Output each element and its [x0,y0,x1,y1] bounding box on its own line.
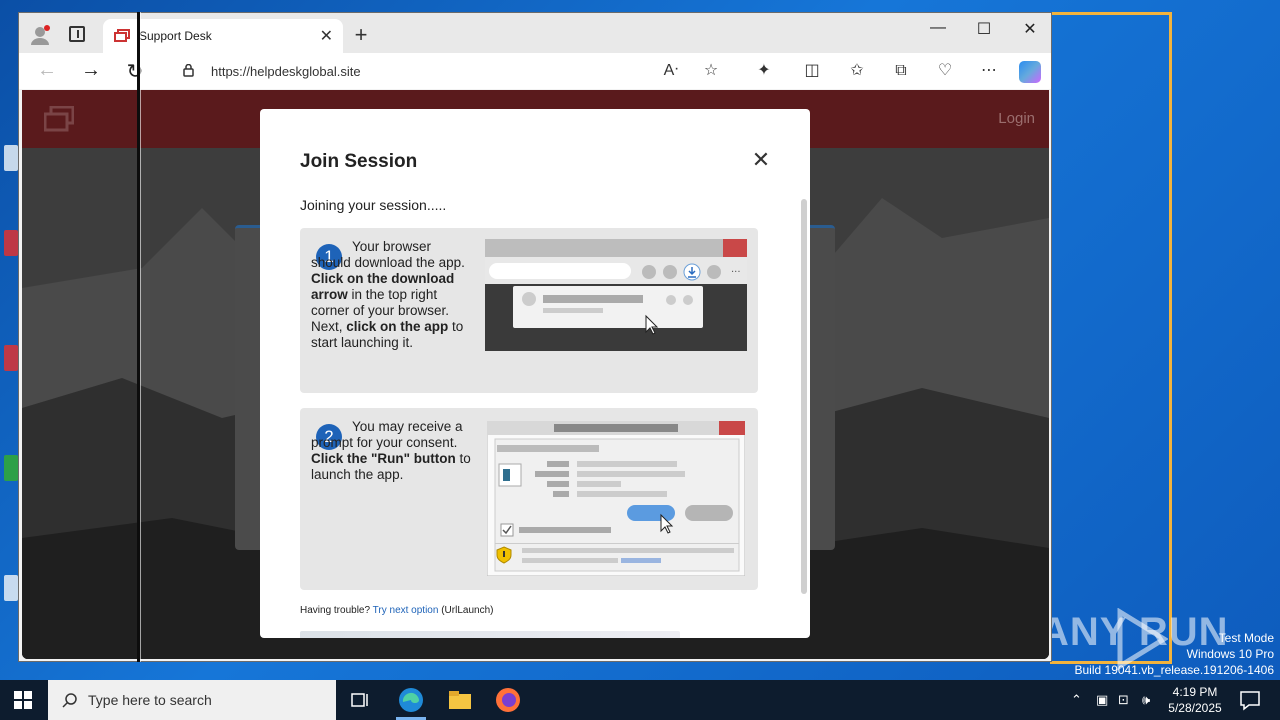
dialog-close-icon[interactable]: ✕ [750,147,772,173]
try-next-option-link[interactable]: Try next option [373,605,439,616]
favorite-star-icon[interactable]: ☆ [701,61,721,81]
copilot-icon[interactable] [1019,61,1041,83]
firefox-icon[interactable] [494,686,522,714]
tab-actions-icon[interactable] [69,26,85,42]
test-mode-info: Test Mode Windows 10 Pro Build 19041.vb_… [1075,630,1275,678]
collections-icon[interactable]: ⧉ [891,61,911,81]
site-logo-icon [44,106,74,132]
step-two-text: You may receive a prompt for your consen… [311,419,471,482]
minimize-button[interactable]: — [915,19,961,37]
windows-start-icon[interactable] [14,691,32,709]
network-icon[interactable]: ⊡ [1118,692,1129,708]
dialog-title: Join Session [300,151,418,172]
step-two-panel: 2 You may receive a prompt for your cons… [300,408,758,590]
desktop-icon[interactable] [4,455,18,481]
run-prompt-illustration [487,421,745,576]
maximize-button[interactable]: ☐ [961,19,1007,39]
download-arrow-illustration: ··· [485,239,747,351]
favorites-icon[interactable]: ✩ [847,61,867,81]
dialog-scrollbar[interactable] [801,199,807,594]
clock-date: 5/28/2025 [1168,701,1222,715]
search-icon [62,693,77,708]
edge-browser-icon[interactable] [397,686,425,714]
refresh-icon[interactable]: ↻ [123,59,147,84]
svg-text:···: ··· [731,267,741,278]
step-one-text: Your browser should download the app. Cl… [311,239,465,350]
desktop-icon[interactable] [4,345,18,371]
taskbar-clock[interactable]: 4:19 PM 5/28/2025 [1160,684,1230,716]
file-explorer-icon[interactable] [446,686,474,714]
tray-chevron-icon[interactable]: ⌃ [1071,692,1082,708]
browser-toolbar: ← → ↻ https://helpdeskglobal.site Aᐧ ☆ ✦… [19,53,1051,89]
search-placeholder: Type here to search [88,692,212,708]
task-view-icon[interactable] [346,686,374,714]
desktop-icon[interactable] [4,230,18,256]
volume-icon[interactable]: 🕪 [1142,692,1150,708]
browser-essentials-icon[interactable]: ♡ [935,61,955,81]
tab-favicon-icon [114,29,130,42]
back-arrow-icon[interactable]: ← [35,59,59,82]
joining-status-text: Joining your session..... [300,197,447,213]
trouble-suffix: (UrlLaunch) [441,605,494,616]
highlight-frame [1050,12,1172,664]
lock-icon[interactable] [183,64,194,77]
close-window-button[interactable]: ✕ [1007,19,1053,39]
build-label: Build 19041.vb_release.191206-1406 [1074,663,1275,677]
tab-title: Support Desk [139,29,212,43]
taskbar-search-box[interactable]: Type here to search [48,680,336,720]
overlay-divider-edge [140,12,141,662]
login-link[interactable]: Login [998,110,1035,127]
new-tab-button[interactable]: + [349,22,373,48]
trouble-text: Having trouble? Try next option (UrlLaun… [300,605,493,616]
forward-arrow-icon[interactable]: → [79,59,103,82]
tab-close-icon[interactable]: ✕ [320,26,333,46]
more-options-faded [300,631,680,638]
step-one-panel: 1 Your browser should download the app. … [300,228,758,393]
test-mode-label: Test Mode [1218,631,1274,645]
split-screen-icon[interactable]: ◫ [802,61,822,81]
extensions-icon[interactable]: ✦ [754,61,774,81]
trouble-prefix: Having trouble? [300,605,371,616]
tab-bar: Support Desk ✕ + — ☐ ✕ [19,13,1051,53]
os-name-label: Windows 10 Pro [1186,647,1274,661]
desktop-icon[interactable] [4,145,18,171]
address-bar[interactable]: https://helpdeskglobal.site [165,56,737,86]
url-text: https://helpdeskglobal.site [211,64,361,79]
desktop-icon[interactable] [4,575,18,601]
profile-icon[interactable] [29,24,51,46]
join-session-dialog: Join Session ✕ Joining your session.....… [260,109,810,638]
read-aloud-icon[interactable]: Aᐧ [661,61,681,81]
taskbar: Type here to search ⌃ ▣ ⊡ 🕪 4:19 PM 5/28… [0,680,1280,720]
more-menu-icon[interactable]: ⋯ [979,61,999,81]
tray-device-icon[interactable]: ▣ [1096,692,1108,708]
clock-time: 4:19 PM [1172,685,1218,699]
notification-icon[interactable] [1236,686,1264,714]
